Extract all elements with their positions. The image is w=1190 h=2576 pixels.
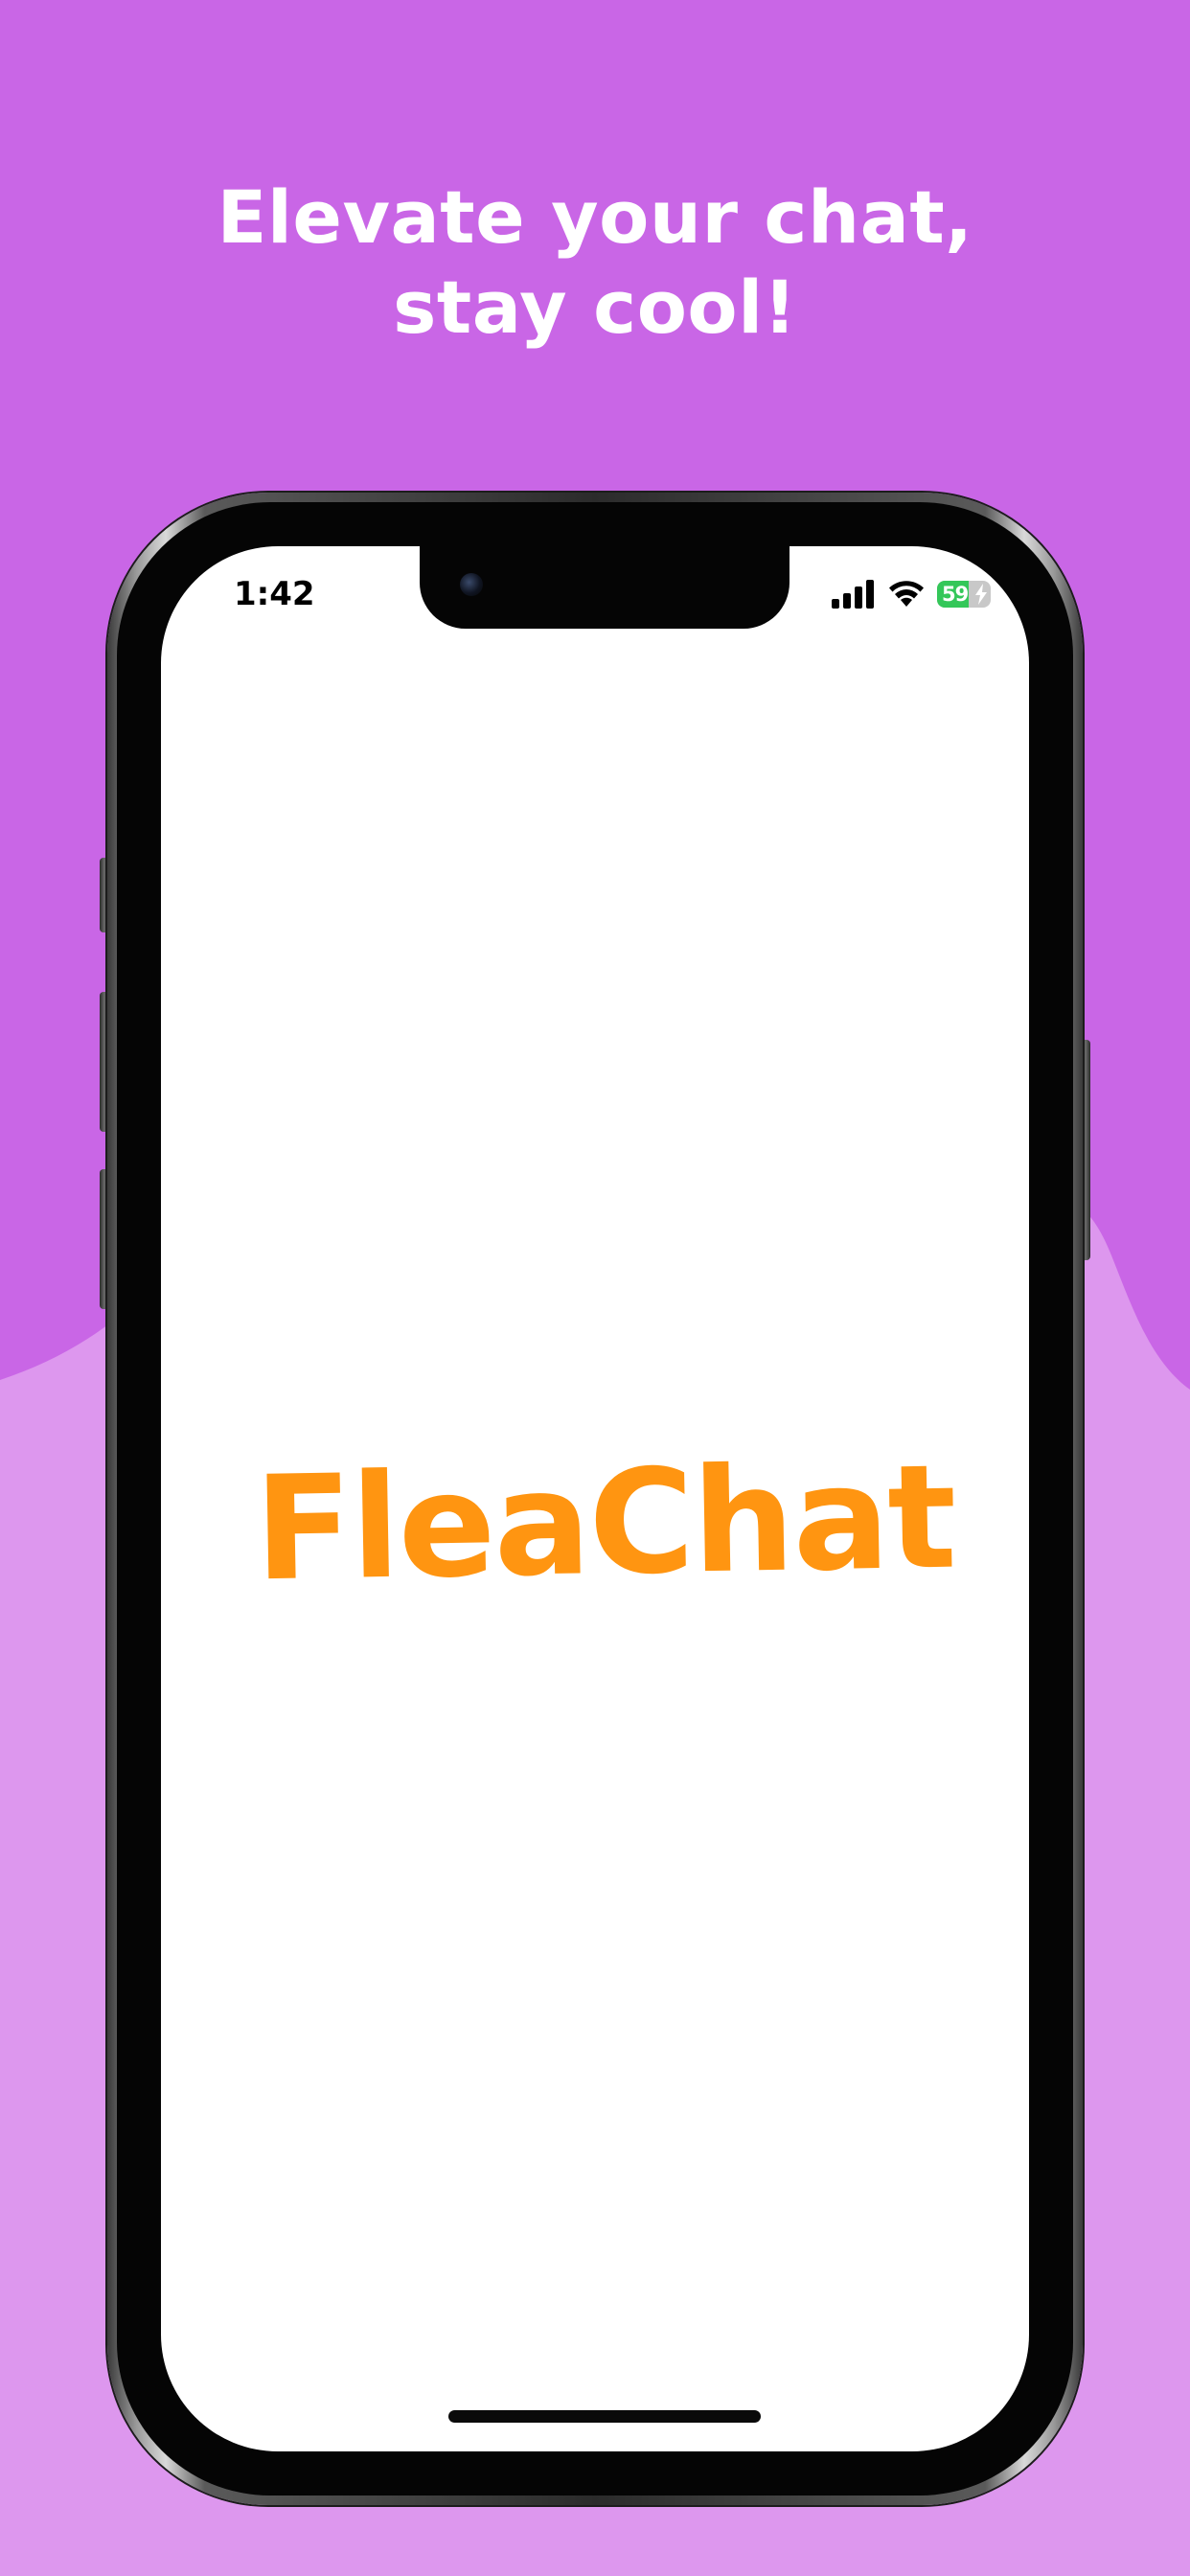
status-time: 1:42 [234,575,315,613]
phone-frame: 1:42 59 FleaChat [107,493,1083,2505]
battery-level: 59 [942,583,969,606]
phone-bezel: 1:42 59 FleaChat [117,502,1073,2496]
status-icons: 59 [832,575,991,613]
charging-bolt-icon [975,584,987,605]
signal-icon [832,580,874,609]
phone-screen: 1:42 59 FleaChat [161,546,1029,2451]
front-camera-icon [460,573,483,596]
wifi-icon [889,581,924,607]
headline: Elevate your chat, stay cool! [0,172,1190,353]
battery-icon: 59 [937,581,991,608]
headline-line-2: stay cool! [393,264,797,350]
brand-logo-text: FleaChat [253,1434,956,1614]
notch [420,546,790,629]
home-indicator[interactable] [448,2410,761,2423]
headline-line-1: Elevate your chat, [217,174,973,260]
